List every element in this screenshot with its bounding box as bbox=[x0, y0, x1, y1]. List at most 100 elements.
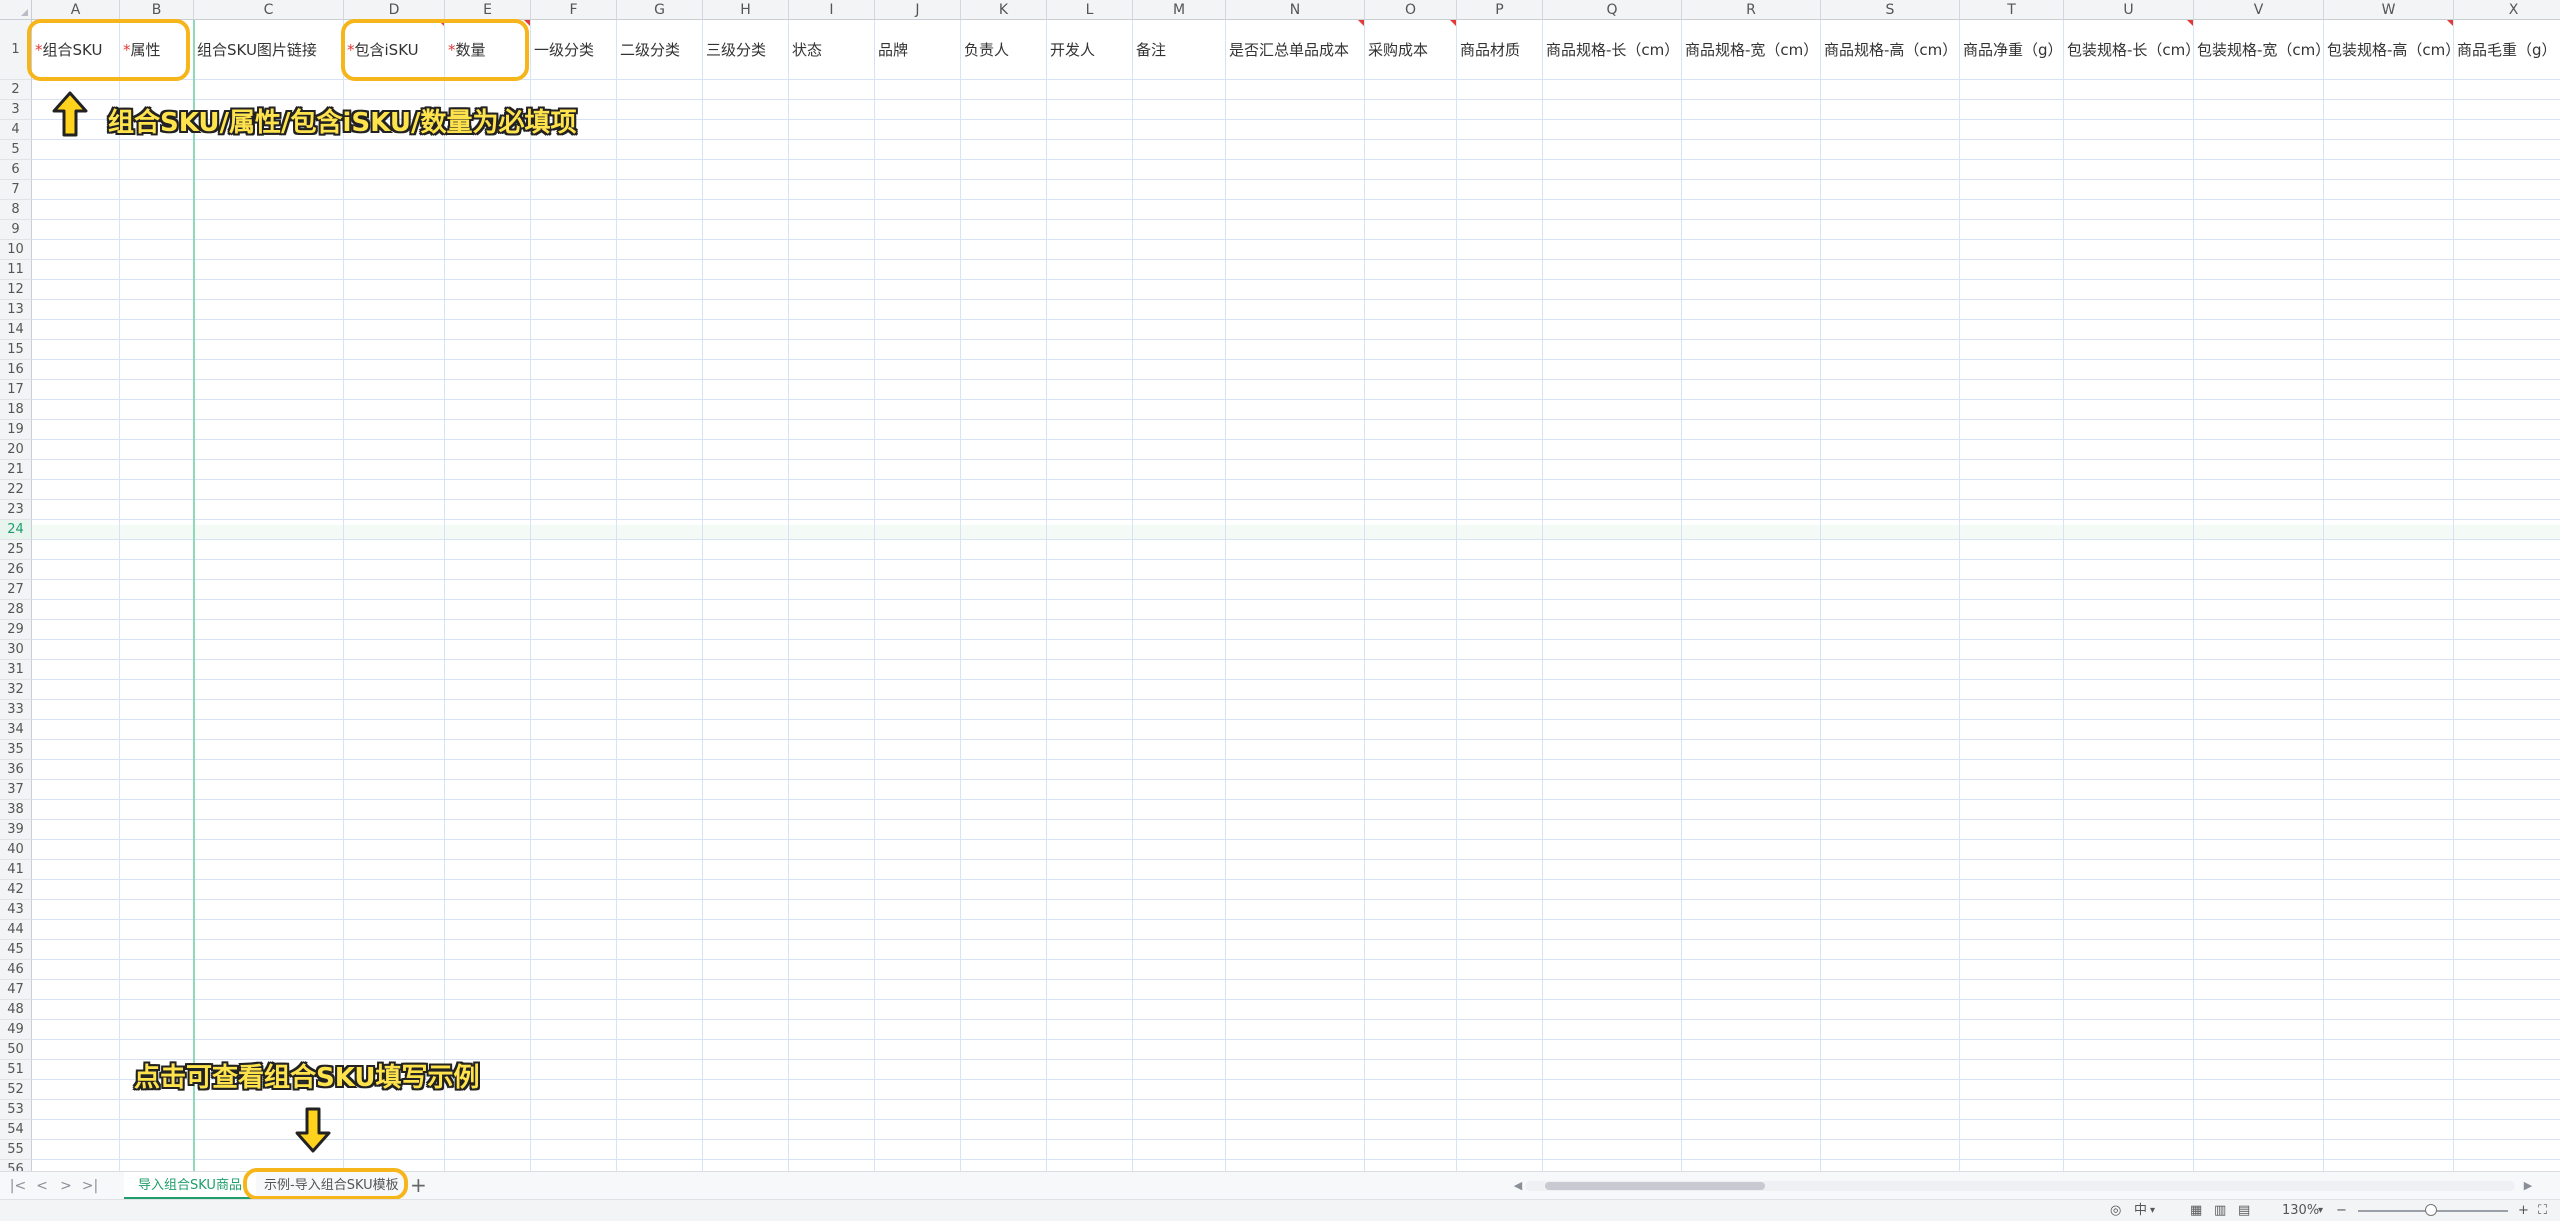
comment-indicator-icon[interactable] bbox=[1358, 20, 1364, 26]
spreadsheet-grid[interactable]: ABCDEFGHIJKLMNOPQRSTUVWX 1 2 3 4 5 6 7 8 9 10 11 12… bbox=[0, 0, 2560, 1171]
row-header-53[interactable]: 53 bbox=[0, 1100, 32, 1120]
row-header-51[interactable]: 51 bbox=[0, 1060, 32, 1080]
row-header-37[interactable]: 37 bbox=[0, 780, 32, 800]
row-header-19[interactable]: 19 bbox=[0, 420, 32, 440]
row-header-13[interactable]: 13 bbox=[0, 300, 32, 320]
input-mode-indicator[interactable]: 中 bbox=[2134, 1202, 2147, 1220]
header-cell-c[interactable]: 组合SKU图片链接 bbox=[194, 20, 344, 80]
header-cell-j[interactable]: 品牌 bbox=[875, 20, 961, 80]
row-header-23[interactable]: 23 bbox=[0, 500, 32, 520]
row-header-47[interactable]: 47 bbox=[0, 980, 32, 1000]
column-header-p[interactable]: P bbox=[1457, 0, 1543, 20]
sheet-tab-import-combo-sku[interactable]: 导入组合SKU商品 bbox=[124, 1172, 256, 1199]
comment-indicator-icon[interactable] bbox=[2187, 20, 2193, 26]
last-sheet-button[interactable]: >| bbox=[80, 1176, 100, 1196]
row-header-8[interactable]: 8 bbox=[0, 200, 32, 220]
column-header-i[interactable]: I bbox=[789, 0, 875, 20]
row-header-3[interactable]: 3 bbox=[0, 100, 32, 120]
row-header-22[interactable]: 22 bbox=[0, 480, 32, 500]
row-header-50[interactable]: 50 bbox=[0, 1040, 32, 1060]
header-cell-m[interactable]: 备注 bbox=[1133, 20, 1226, 80]
column-header-f[interactable]: F bbox=[531, 0, 617, 20]
row-header-5[interactable]: 5 bbox=[0, 140, 32, 160]
select-all-corner[interactable] bbox=[0, 0, 32, 20]
row-header-34[interactable]: 34 bbox=[0, 720, 32, 740]
row-header-41[interactable]: 41 bbox=[0, 860, 32, 880]
column-header-j[interactable]: J bbox=[875, 0, 961, 20]
zoom-level[interactable]: 130% bbox=[2282, 1202, 2319, 1220]
page-break-view-icon[interactable]: ▤ bbox=[2238, 1202, 2250, 1220]
header-cell-i[interactable]: 状态 bbox=[789, 20, 875, 80]
row-header-2[interactable]: 2 bbox=[0, 80, 32, 100]
row-header-39[interactable]: 39 bbox=[0, 820, 32, 840]
row-header-26[interactable]: 26 bbox=[0, 560, 32, 580]
column-header-d[interactable]: D bbox=[344, 0, 445, 20]
row-header-49[interactable]: 49 bbox=[0, 1020, 32, 1040]
row-header-33[interactable]: 33 bbox=[0, 700, 32, 720]
column-header-u[interactable]: U bbox=[2064, 0, 2194, 20]
row-header-11[interactable]: 11 bbox=[0, 260, 32, 280]
column-header-x[interactable]: X bbox=[2454, 0, 2560, 20]
header-cell-f[interactable]: 一级分类 bbox=[531, 20, 617, 80]
add-sheet-button[interactable]: + bbox=[410, 1174, 427, 1196]
row-header-32[interactable]: 32 bbox=[0, 680, 32, 700]
horizontal-scroll-thumb[interactable] bbox=[1545, 1182, 1765, 1190]
header-cell-s[interactable]: 商品规格-高（cm） bbox=[1821, 20, 1960, 80]
column-header-h[interactable]: H bbox=[703, 0, 789, 20]
zoom-in-button[interactable]: + bbox=[2518, 1202, 2529, 1220]
row-header-38[interactable]: 38 bbox=[0, 800, 32, 820]
column-header-w[interactable]: W bbox=[2324, 0, 2454, 20]
horizontal-scrollbar[interactable] bbox=[1525, 1181, 2515, 1191]
header-cell-w[interactable]: 包装规格-高（cm） bbox=[2324, 20, 2454, 80]
next-sheet-button[interactable]: > bbox=[56, 1176, 76, 1196]
row-header-54[interactable]: 54 bbox=[0, 1120, 32, 1140]
column-header-n[interactable]: N bbox=[1226, 0, 1365, 20]
fullscreen-icon[interactable]: ⛶ bbox=[2538, 1202, 2547, 1220]
first-sheet-button[interactable]: |< bbox=[8, 1176, 28, 1196]
header-cell-x[interactable]: 商品毛重（g） bbox=[2454, 20, 2560, 80]
row-header-28[interactable]: 28 bbox=[0, 600, 32, 620]
row-header-16[interactable]: 16 bbox=[0, 360, 32, 380]
header-cell-g[interactable]: 二级分类 bbox=[617, 20, 703, 80]
row-header-31[interactable]: 31 bbox=[0, 660, 32, 680]
header-cell-l[interactable]: 开发人 bbox=[1047, 20, 1133, 80]
header-cell-q[interactable]: 商品规格-长（cm） bbox=[1543, 20, 1682, 80]
header-cell-k[interactable]: 负责人 bbox=[961, 20, 1047, 80]
row-header-6[interactable]: 6 bbox=[0, 160, 32, 180]
row-header-4[interactable]: 4 bbox=[0, 120, 32, 140]
column-header-k[interactable]: K bbox=[961, 0, 1047, 20]
column-header-m[interactable]: M bbox=[1133, 0, 1226, 20]
row-header-46[interactable]: 46 bbox=[0, 960, 32, 980]
zoom-out-button[interactable]: − bbox=[2336, 1202, 2347, 1220]
column-header-r[interactable]: R bbox=[1682, 0, 1821, 20]
header-cell-v[interactable]: 包装规格-宽（cm） bbox=[2194, 20, 2324, 80]
column-header-q[interactable]: Q bbox=[1543, 0, 1682, 20]
row-header-15[interactable]: 15 bbox=[0, 340, 32, 360]
page-layout-view-icon[interactable]: ▥ bbox=[2214, 1202, 2226, 1220]
header-cell-o[interactable]: 采购成本 bbox=[1365, 20, 1457, 80]
column-header-a[interactable]: A bbox=[32, 0, 120, 20]
normal-view-icon[interactable]: ▦ bbox=[2190, 1202, 2202, 1220]
row-header-12[interactable]: 12 bbox=[0, 280, 32, 300]
row-header-45[interactable]: 45 bbox=[0, 940, 32, 960]
column-header-s[interactable]: S bbox=[1821, 0, 1960, 20]
column-header-t[interactable]: T bbox=[1960, 0, 2064, 20]
header-cell-n[interactable]: 是否汇总单品成本 bbox=[1226, 20, 1365, 80]
row-header-18[interactable]: 18 bbox=[0, 400, 32, 420]
chevron-down-icon[interactable]: ▾ bbox=[2318, 1202, 2323, 1220]
header-cell-h[interactable]: 三级分类 bbox=[703, 20, 789, 80]
column-header-b[interactable]: B bbox=[120, 0, 194, 20]
row-header-35[interactable]: 35 bbox=[0, 740, 32, 760]
row-header-21[interactable]: 21 bbox=[0, 460, 32, 480]
row-header-25[interactable]: 25 bbox=[0, 540, 32, 560]
header-cell-u[interactable]: 包装规格-长（cm） bbox=[2064, 20, 2194, 80]
row-header-48[interactable]: 48 bbox=[0, 1000, 32, 1020]
chevron-down-icon[interactable]: ▾ bbox=[2150, 1202, 2155, 1220]
column-header-v[interactable]: V bbox=[2194, 0, 2324, 20]
row-header-27[interactable]: 27 bbox=[0, 580, 32, 600]
row-header-7[interactable]: 7 bbox=[0, 180, 32, 200]
column-header-g[interactable]: G bbox=[617, 0, 703, 20]
row-header-9[interactable]: 9 bbox=[0, 220, 32, 240]
row-header-55[interactable]: 55 bbox=[0, 1140, 32, 1160]
header-cell-r[interactable]: 商品规格-宽（cm） bbox=[1682, 20, 1821, 80]
